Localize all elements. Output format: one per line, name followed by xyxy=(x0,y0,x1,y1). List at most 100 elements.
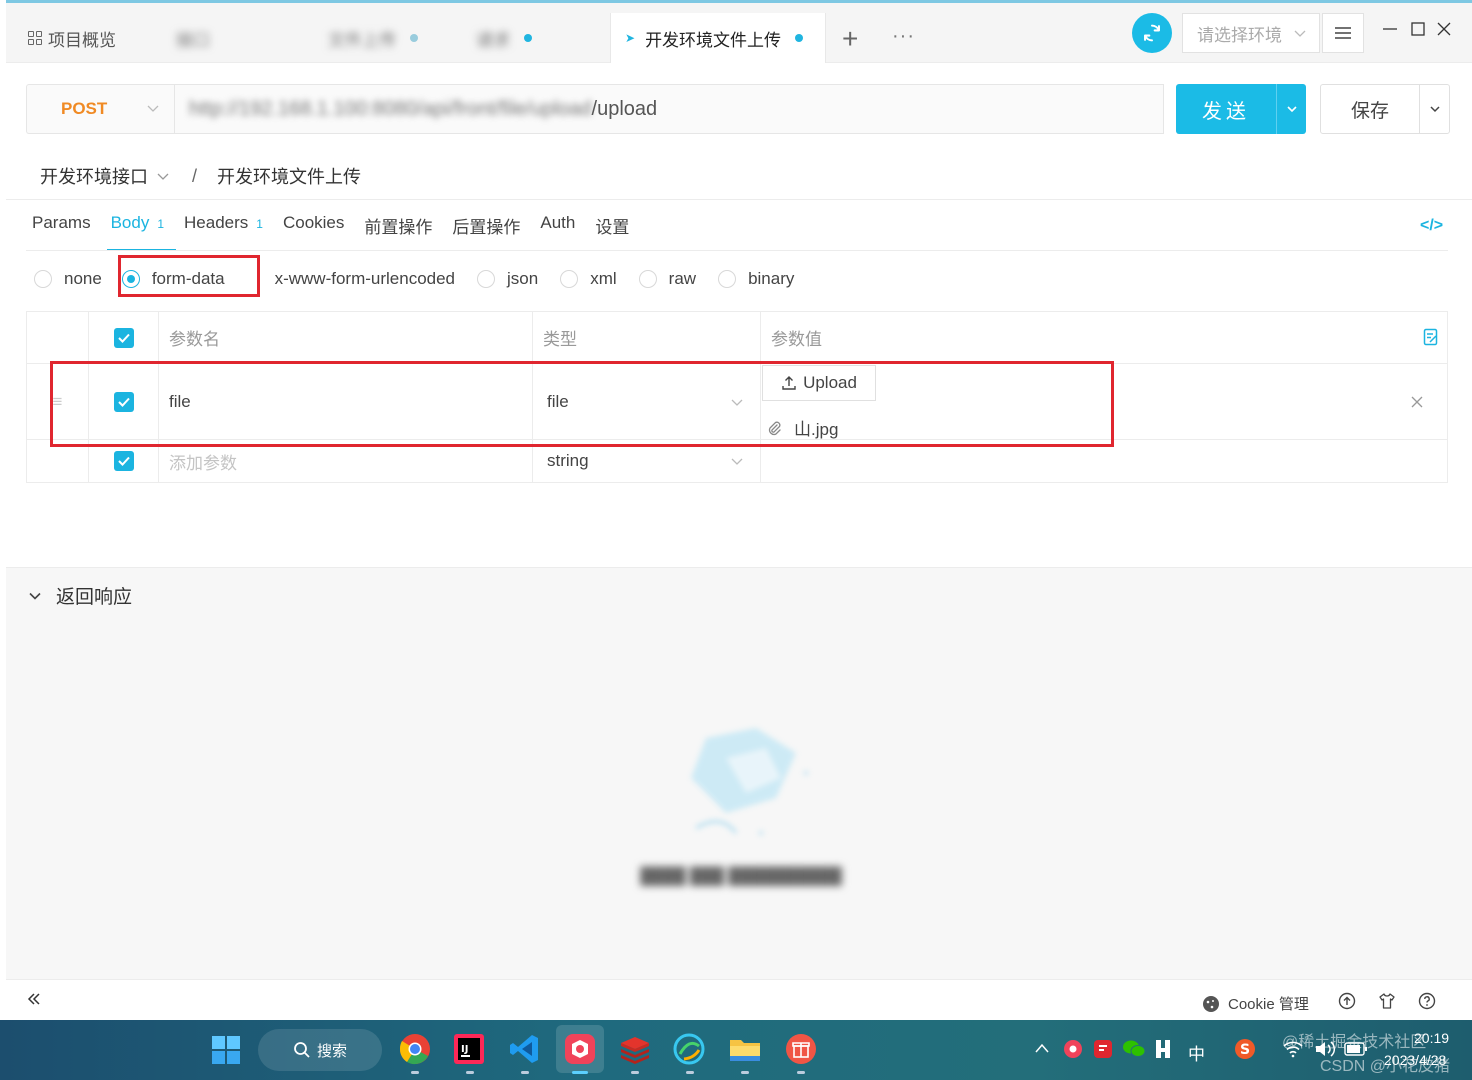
upload-circle-icon[interactable] xyxy=(1338,992,1356,1010)
taskbar-search[interactable]: 搜索 xyxy=(258,1029,382,1071)
windows-start-icon[interactable] xyxy=(212,1036,240,1064)
radio-circle[interactable] xyxy=(560,270,579,288)
new-tab-button[interactable]: + xyxy=(842,23,858,55)
tab-body[interactable]: Body 1 xyxy=(106,213,177,251)
close-window-button[interactable] xyxy=(1436,21,1452,42)
wechat-icon[interactable] xyxy=(1122,1038,1146,1060)
delete-row-icon[interactable] xyxy=(1411,396,1423,408)
tab-params[interactable]: Params xyxy=(32,213,91,251)
method-label: POST xyxy=(61,99,108,118)
checkbox-checked-icon[interactable] xyxy=(113,327,134,348)
tab-settings[interactable]: 设置 xyxy=(595,213,629,251)
table-header-row: 参数名 类型 参数值 xyxy=(27,312,1447,364)
app-running-indicator xyxy=(741,1071,749,1074)
minimize-icon xyxy=(1383,28,1397,30)
more-tabs-button[interactable]: ··· xyxy=(892,25,915,48)
send-button[interactable]: 发送 xyxy=(1176,84,1306,134)
code-snippet-icon[interactable]: </> xyxy=(1420,217,1443,235)
unsaved-dot-icon xyxy=(524,34,532,42)
file-explorer-icon[interactable] xyxy=(728,1032,762,1066)
tab-post-request[interactable]: 后置操作 xyxy=(452,213,520,251)
tab-headers-count: 1 xyxy=(256,217,263,231)
maximize-icon xyxy=(1411,22,1425,36)
environment-select[interactable]: 请选择环境 xyxy=(1182,13,1320,53)
chevron-down-icon xyxy=(147,105,159,112)
collapse-sidebar-button[interactable] xyxy=(26,990,42,1013)
radio-circle[interactable] xyxy=(638,270,657,288)
method-select[interactable]: POST xyxy=(26,84,174,134)
intellij-icon[interactable]: IJ xyxy=(452,1032,486,1066)
tab-blurred-2-label: 文件上传 xyxy=(328,30,396,50)
app-running-indicator xyxy=(466,1071,474,1074)
column-header-value: 参数值 xyxy=(771,330,822,349)
minimize-button[interactable] xyxy=(1382,21,1398,42)
app-running-indicator xyxy=(797,1071,805,1074)
tray-apifox-icon[interactable] xyxy=(1062,1038,1084,1060)
radio-raw[interactable]: raw xyxy=(638,269,697,289)
response-toggle[interactable]: 返回响应 xyxy=(28,582,132,609)
tab-active-upload[interactable]: ➤ 开发环境文件上传 xyxy=(610,13,826,63)
tab-blurred-3[interactable]: 请求 xyxy=(476,13,532,63)
request-name[interactable]: 开发环境文件上传 xyxy=(217,163,361,189)
save-button[interactable]: 保存 xyxy=(1320,84,1450,134)
tab-bar: 项目概览 接口 文件上传 请求 ➤ 开发环境文件上传 + ··· 请选择环境 xyxy=(6,3,1472,63)
tab-arrow-icon: ➤ xyxy=(625,31,636,45)
new-param-type-value: string xyxy=(547,451,589,470)
tab-overview[interactable]: 项目概览 xyxy=(28,13,116,63)
cookie-manager-label: Cookie 管理 xyxy=(1228,996,1309,1013)
chevron-down-icon[interactable] xyxy=(156,169,170,183)
chevron-down-icon xyxy=(731,458,743,465)
divider xyxy=(26,250,1448,251)
os-taskbar: 搜索 IJ 中 S 20:19 2023/4/28 @稀土掘金技术社区 CSDN… xyxy=(0,1020,1472,1080)
save-options-button[interactable] xyxy=(1419,85,1449,133)
radio-json[interactable]: json xyxy=(477,269,538,289)
url-suffix: /upload xyxy=(591,97,658,120)
unsaved-dot-icon xyxy=(795,34,804,42)
url-input[interactable]: http://192.168.1.100:8080/api/front/file… xyxy=(174,84,1164,134)
breadcrumb-folder[interactable]: 开发环境接口 xyxy=(40,163,148,189)
apifox-taskbar-tile[interactable] xyxy=(556,1025,604,1073)
cookie-manager-button[interactable]: Cookie 管理 xyxy=(1202,993,1309,1014)
tab-pre-request-label: 前置操作 xyxy=(364,218,433,237)
browser-edge-icon[interactable] xyxy=(672,1032,706,1066)
select-all-checkbox[interactable] xyxy=(89,312,159,363)
radio-raw-label: raw xyxy=(668,269,697,288)
tab-auth[interactable]: Auth xyxy=(540,213,575,251)
tab-cookies[interactable]: Cookies xyxy=(283,213,344,251)
menu-icon xyxy=(1335,27,1351,39)
menu-button[interactable] xyxy=(1322,13,1364,53)
tab-blurred-1[interactable]: 接口 xyxy=(176,13,210,63)
checkbox-checked-icon[interactable] xyxy=(113,451,134,471)
radio-circle[interactable] xyxy=(477,270,496,288)
radio-urlencoded[interactable]: x-www-form-urlencoded xyxy=(275,269,455,289)
ime-indicator[interactable]: 中 xyxy=(1188,1040,1205,1065)
maximize-button[interactable] xyxy=(1410,21,1426,42)
radio-circle[interactable] xyxy=(34,270,52,288)
send-options-button[interactable] xyxy=(1276,84,1306,134)
sync-button[interactable] xyxy=(1132,13,1172,53)
sogou-ime-icon[interactable]: S xyxy=(1234,1038,1256,1060)
radio-binary[interactable]: binary xyxy=(718,269,794,289)
app-running-indicator xyxy=(631,1071,639,1074)
tray-red-app-icon[interactable] xyxy=(1092,1038,1114,1060)
tray-chevron-up-icon[interactable] xyxy=(1034,1042,1050,1054)
radio-circle[interactable] xyxy=(718,270,737,288)
bulk-edit-icon[interactable] xyxy=(1423,328,1439,346)
tab-pre-request[interactable]: 前置操作 xyxy=(364,213,432,251)
radio-none[interactable]: none xyxy=(34,269,102,289)
tab-headers[interactable]: Headers 1 xyxy=(184,213,263,251)
empty-state-illustration-icon xyxy=(691,728,808,835)
tab-blurred-2[interactable]: 文件上传 xyxy=(328,13,418,63)
breadcrumb: 开发环境接口 / 开发环境文件上传 xyxy=(40,163,361,189)
tray-app-icon[interactable] xyxy=(1154,1038,1172,1060)
redis-icon[interactable] xyxy=(618,1032,652,1066)
help-icon[interactable] xyxy=(1418,992,1436,1010)
radio-binary-label: binary xyxy=(748,269,795,288)
shirt-theme-icon[interactable] xyxy=(1378,992,1396,1010)
chevron-down-icon xyxy=(1286,106,1297,113)
vscode-icon[interactable] xyxy=(508,1032,542,1066)
radio-xml[interactable]: xml xyxy=(560,269,617,289)
chrome-icon[interactable] xyxy=(398,1032,432,1066)
gift-app-icon[interactable] xyxy=(784,1032,818,1066)
drag-column-header xyxy=(27,312,89,363)
